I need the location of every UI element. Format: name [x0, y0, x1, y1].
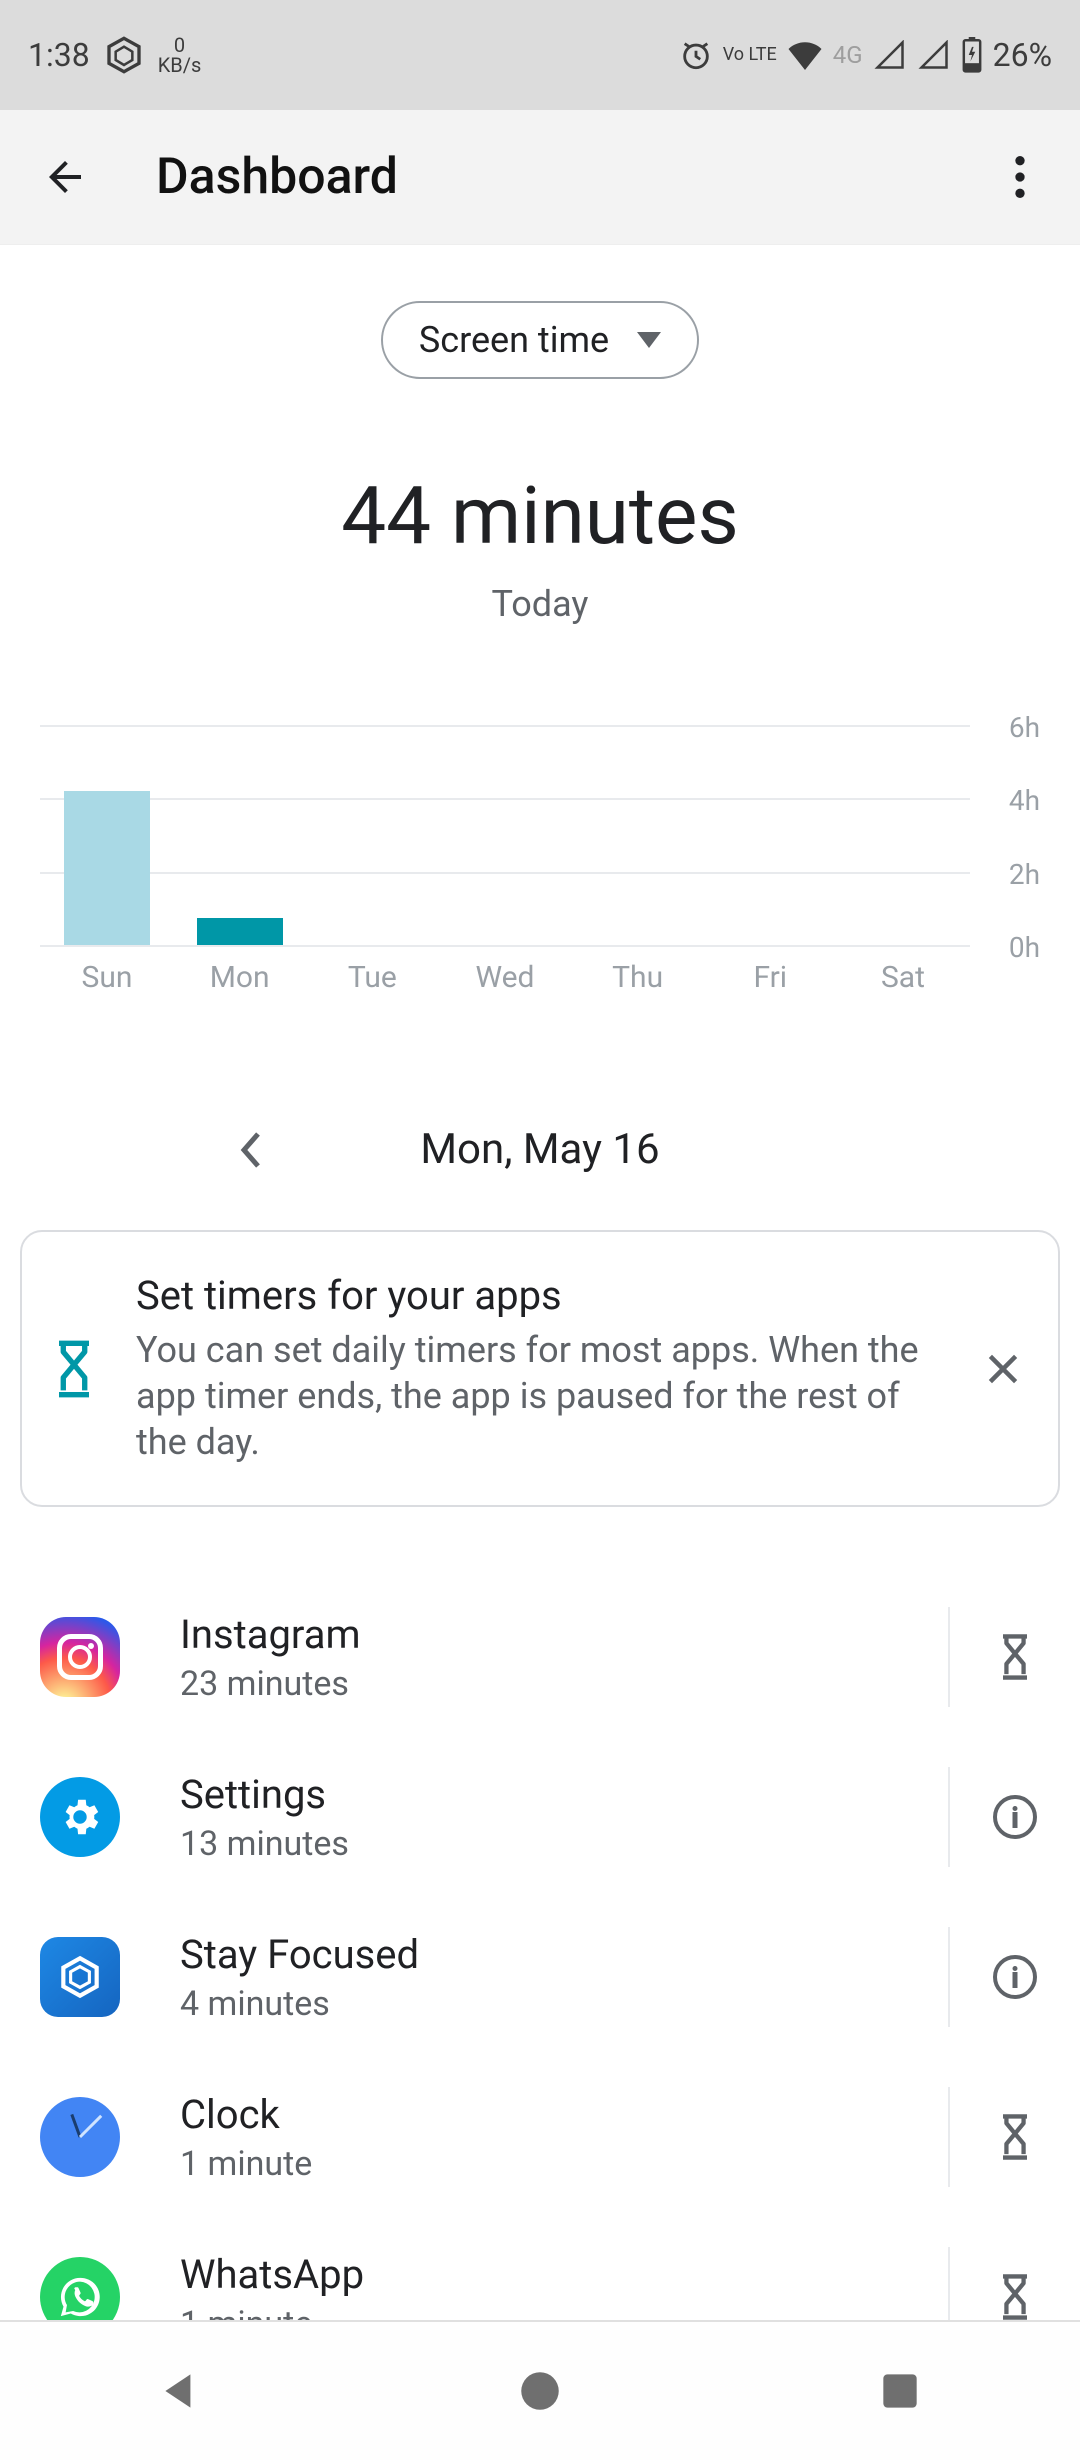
chevron-left-icon: [238, 1130, 262, 1170]
more-vert-icon: [1015, 156, 1025, 198]
close-icon: [985, 1351, 1021, 1387]
y-tick-label: 0h: [980, 931, 1040, 964]
battery-pct: 26%: [993, 36, 1052, 74]
info-card-body: You can set daily timers for most apps. …: [136, 1327, 938, 1465]
app-row[interactable]: Settings 13 minutes: [0, 1737, 1080, 1897]
app-icon: [40, 1617, 120, 1697]
app-icon: [40, 1777, 120, 1857]
alarm-icon: [679, 38, 713, 72]
signal-icon-1: [873, 40, 907, 70]
chevron-down-icon: [637, 332, 661, 348]
info-card-title: Set timers for your apps: [136, 1272, 938, 1319]
app-timer-button[interactable]: [990, 2107, 1040, 2167]
x-tick-label: Thu: [593, 960, 683, 995]
app-usage: 4 minutes: [180, 1984, 908, 2024]
y-tick-label: 4h: [980, 784, 1040, 817]
usage-bar-chart[interactable]: 0h2h4h6h SunMonTueWedThuFriSat: [40, 725, 1040, 1015]
x-tick-label: Sun: [62, 960, 152, 995]
app-name: Clock: [180, 2091, 908, 2138]
x-tick-label: Tue: [327, 960, 417, 995]
network-4g-label: 4G: [833, 41, 863, 69]
app-icon: [40, 2097, 120, 2177]
back-button[interactable]: [30, 142, 100, 212]
app-timer-button[interactable]: [990, 1947, 1040, 2007]
divider: [948, 2087, 950, 2187]
x-tick-label: Wed: [460, 960, 550, 995]
app-bar: Dashboard: [0, 110, 1080, 245]
chart-bar[interactable]: [64, 791, 150, 945]
prev-day-button[interactable]: [230, 1130, 270, 1170]
x-tick-label: Mon: [195, 960, 285, 995]
date-label: Mon, May 16: [420, 1125, 659, 1174]
dismiss-card-button[interactable]: [978, 1344, 1028, 1394]
status-left: 1:38 0 KB/s: [28, 35, 201, 75]
nav-recent-button[interactable]: [875, 2366, 925, 2416]
battery-icon: [961, 37, 983, 73]
volte-icon: Vo LTE: [723, 47, 777, 63]
hourglass-icon: [52, 1339, 96, 1399]
app-usage: 23 minutes: [180, 1664, 908, 1704]
status-right: Vo LTE 4G 26%: [679, 36, 1052, 74]
divider: [948, 1767, 950, 1867]
usage-label: Today: [0, 583, 1080, 625]
x-tick-label: Sat: [858, 960, 948, 995]
system-nav-bar: [0, 2320, 1080, 2460]
app-usage: 13 minutes: [180, 1824, 908, 1864]
app-name: Stay Focused: [180, 1931, 908, 1978]
arrow-back-icon: [41, 153, 89, 201]
app-usage-list: Instagram 23 minutes Settings 13 minutes Sta…: [0, 1577, 1080, 2377]
wifi-icon: [787, 40, 823, 70]
gridline: [40, 945, 970, 947]
app-name: WhatsApp: [180, 2251, 908, 2298]
chart-bar[interactable]: [197, 918, 283, 945]
app-timer-button[interactable]: [990, 2267, 1040, 2327]
app-row[interactable]: Stay Focused 4 minutes: [0, 1897, 1080, 2057]
page-title: Dashboard: [156, 148, 990, 206]
overflow-menu-button[interactable]: [990, 147, 1050, 207]
app-row[interactable]: Clock 1 minute: [0, 2057, 1080, 2217]
app-usage: 1 minute: [180, 2144, 908, 2184]
usage-value: 44 minutes: [0, 469, 1080, 563]
net-speed-indicator: 0 KB/s: [158, 35, 202, 75]
app-name: Instagram: [180, 1611, 908, 1658]
app-icon: [40, 1937, 120, 2017]
y-tick-label: 6h: [980, 711, 1040, 744]
divider: [948, 1927, 950, 2027]
nav-back-button[interactable]: [155, 2366, 205, 2416]
timer-info-card: Set timers for your apps You can set dai…: [20, 1230, 1060, 1507]
stayfocused-status-icon: [104, 35, 144, 75]
signal-icon-2: [917, 40, 951, 70]
date-navigator: Mon, May 16: [0, 1125, 1080, 1174]
y-tick-label: 2h: [980, 858, 1040, 891]
app-timer-button[interactable]: [990, 1787, 1040, 1847]
metric-dropdown[interactable]: Screen time: [381, 301, 699, 379]
x-tick-label: Fri: [725, 960, 815, 995]
app-row[interactable]: Instagram 23 minutes: [0, 1577, 1080, 1737]
usage-summary: 44 minutes Today: [0, 469, 1080, 625]
main-content: Screen time 44 minutes Today 0h 2h 4h 6h Su…: [0, 245, 1080, 2377]
app-name: Settings: [180, 1771, 908, 1818]
status-time: 1:38: [28, 36, 90, 74]
app-timer-button[interactable]: [990, 1627, 1040, 1687]
dropdown-label: Screen time: [419, 319, 609, 361]
status-bar: 1:38 0 KB/s Vo LTE 4G 26%: [0, 0, 1080, 110]
divider: [948, 1607, 950, 1707]
nav-home-button[interactable]: [515, 2366, 565, 2416]
